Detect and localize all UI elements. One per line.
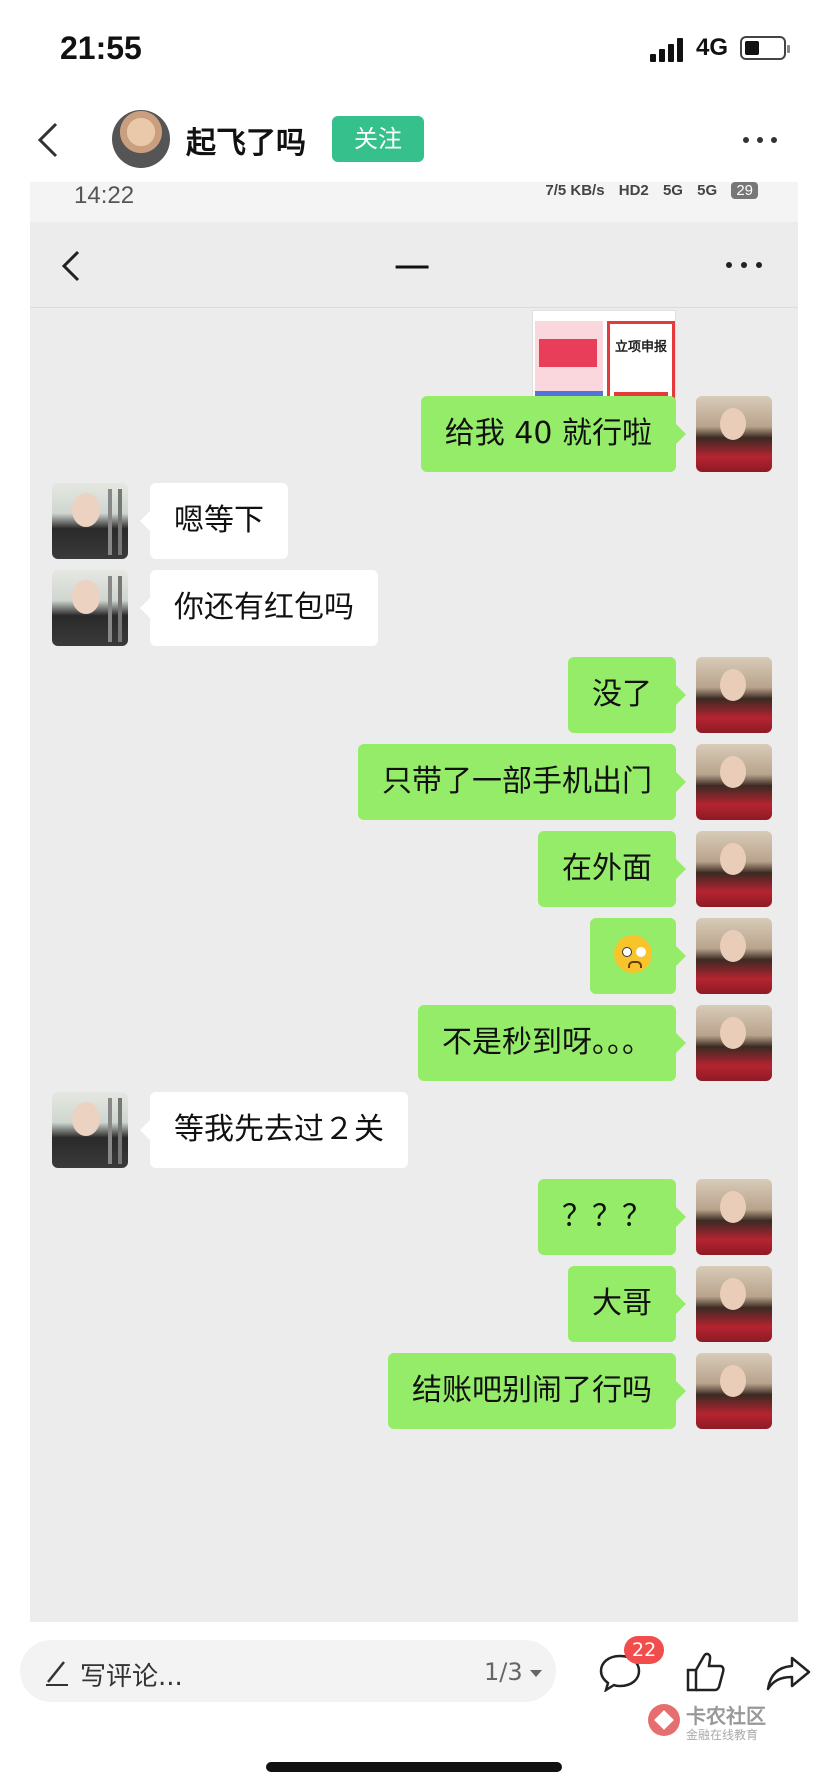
watermark: 卡农社区 金融在线教育	[648, 1700, 808, 1746]
inner-status-icons: 7/5 KB/s HD2 5G 5G 29	[535, 182, 758, 199]
image-card-title: 立项申报	[614, 340, 667, 355]
inner-status-time: 14:22	[74, 182, 135, 209]
my-avatar[interactable]	[696, 1266, 772, 1342]
home-indicator[interactable]	[266, 1762, 562, 1772]
message-text: 在外面	[562, 851, 652, 886]
message-text: 不是秒到呀。。。	[442, 1025, 652, 1060]
my-avatar[interactable]	[696, 1005, 772, 1081]
message-text: 嗯等下	[174, 503, 264, 538]
status-bar: 21:55 4G	[0, 0, 828, 100]
thumbs-up-icon[interactable]	[684, 1650, 726, 1694]
my-avatar[interactable]	[696, 918, 772, 994]
inner-signal-2: 5G	[697, 182, 718, 199]
message-text: 没了	[592, 677, 652, 712]
watermark-logo-icon	[648, 1704, 680, 1736]
inner-chat-nav: 一	[30, 222, 798, 308]
sent-message[interactable]	[590, 918, 686, 994]
message-text: 只带了一部手机出门	[382, 764, 652, 799]
message-text: ？？？	[562, 1199, 652, 1234]
sent-message[interactable]: 给我 40 就行啦	[420, 396, 687, 472]
sent-message[interactable]: 不是秒到呀。。。	[418, 1005, 686, 1081]
pen-icon	[46, 1661, 68, 1686]
sent-message[interactable]: 没了	[568, 657, 686, 733]
contact-avatar[interactable]	[52, 570, 128, 646]
watermark-subtitle: 金融在线教育	[686, 1728, 759, 1742]
inner-status-bar: 14:22 7/5 KB/s HD2 5G 5G 29	[30, 182, 798, 222]
follow-button[interactable]: 关注	[332, 116, 424, 162]
my-avatar[interactable]	[696, 1353, 772, 1429]
message-text: 给我 40 就行啦	[444, 416, 652, 451]
cellular-signal-icon	[650, 38, 686, 62]
my-avatar[interactable]	[696, 657, 772, 733]
message-text: 你还有红包吗	[174, 590, 354, 625]
received-message[interactable]: 你还有红包吗	[140, 570, 378, 646]
received-message[interactable]: 等我先去过２关	[140, 1092, 408, 1168]
post-header: 起飞了吗 关注	[0, 100, 828, 180]
message-text: 等我先去过２关	[174, 1112, 384, 1147]
my-avatar[interactable]	[696, 1179, 772, 1255]
my-avatar[interactable]	[696, 831, 772, 907]
page-indicator[interactable]: 1/3	[484, 1658, 523, 1686]
contact-avatar[interactable]	[52, 1092, 128, 1168]
chat-screenshot[interactable]: 14:22 7/5 KB/s HD2 5G 5G 29 一 立项申报 给我 40…	[30, 182, 798, 1622]
my-avatar[interactable]	[696, 744, 772, 820]
message-text: 大哥	[592, 1286, 652, 1321]
sent-message[interactable]: 在外面	[538, 831, 686, 907]
inner-more-icon	[726, 262, 762, 268]
back-arrow-icon[interactable]	[30, 118, 70, 162]
comment-count-badge: 22	[624, 1636, 665, 1664]
share-icon[interactable]	[766, 1652, 812, 1692]
sent-message[interactable]: 大哥	[568, 1266, 686, 1342]
network-type: 4G	[696, 34, 729, 61]
caret-down-icon[interactable]	[530, 1670, 542, 1677]
sent-message[interactable]: ？？？	[538, 1179, 686, 1255]
author-name[interactable]: 起飞了吗	[186, 118, 306, 162]
inner-speed: 7/5 KB/s	[545, 182, 605, 199]
pleading-face-emoji	[614, 934, 652, 973]
sent-message[interactable]: 结账吧别闹了行吗	[388, 1353, 686, 1429]
inner-battery: 29	[731, 182, 758, 199]
contact-avatar[interactable]	[52, 483, 128, 559]
my-avatar[interactable]	[696, 396, 772, 472]
battery-icon	[740, 36, 790, 60]
message-text: 结账吧别闹了行吗	[412, 1373, 652, 1408]
author-avatar[interactable]	[112, 110, 170, 168]
more-options-icon[interactable]	[740, 130, 780, 150]
inner-hd: HD2	[618, 182, 649, 199]
watermark-title: 卡农社区	[686, 1704, 766, 1728]
inner-chat-title: 一	[394, 249, 431, 290]
received-message[interactable]: 嗯等下	[140, 483, 288, 559]
comment-placeholder[interactable]: 写评论...	[80, 1656, 183, 1693]
inner-signal-1: 5G	[662, 182, 683, 199]
sent-message[interactable]: 只带了一部手机出门	[358, 744, 686, 820]
inner-back-arrow-icon	[61, 250, 80, 282]
status-time: 21:55	[60, 30, 142, 66]
